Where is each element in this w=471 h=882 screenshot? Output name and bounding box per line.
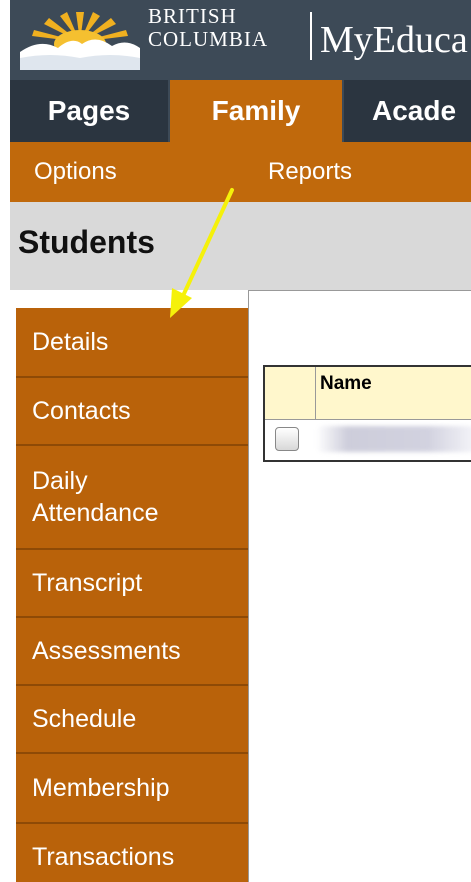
name-column-header[interactable]: Name	[316, 367, 471, 419]
app-window: BRITISH COLUMBIA MyEduca Pages Family Ac…	[10, 0, 471, 882]
app-name: MyEduca	[320, 19, 468, 61]
wordmark-line-2: COLUMBIA	[148, 27, 269, 51]
redacted-student-name[interactable]	[316, 426, 471, 452]
students-table: Name	[263, 365, 471, 462]
top-tab-bar: Pages Family Acade	[10, 80, 471, 142]
tab-pages[interactable]: Pages	[10, 80, 168, 142]
side-item-label: Daily Attendance	[32, 467, 159, 527]
side-item-transcript[interactable]: Transcript	[16, 550, 248, 618]
app-header: BRITISH COLUMBIA MyEduca	[10, 0, 471, 80]
side-item-membership[interactable]: Membership	[16, 754, 248, 824]
reports-menu[interactable]: Reports	[268, 142, 352, 202]
tab-family[interactable]: Family	[170, 80, 342, 142]
side-item-transactions[interactable]: Transactions	[16, 824, 248, 882]
row-checkbox[interactable]	[275, 427, 299, 451]
header-divider	[310, 12, 312, 60]
table-header-row: Name	[265, 367, 471, 419]
side-item-daily-attendance[interactable]: Daily Attendance	[16, 446, 248, 550]
bc-sun-mountain-logo-icon	[20, 8, 140, 70]
province-wordmark: BRITISH COLUMBIA	[148, 6, 268, 50]
side-menu: Details Contacts Daily Attendance Transc…	[16, 308, 248, 882]
side-item-label: Membership	[32, 774, 170, 802]
side-item-label: Transcript	[32, 569, 143, 597]
side-item-label: Assessments	[32, 637, 181, 665]
side-item-assessments[interactable]: Assessments	[16, 618, 248, 686]
side-item-label: Schedule	[32, 705, 137, 733]
table-row[interactable]	[265, 419, 471, 460]
side-item-label: Contacts	[32, 397, 131, 425]
main-content: Name	[248, 290, 471, 882]
wordmark-line-1: BRITISH	[148, 4, 237, 28]
page-title-bar: Students	[10, 202, 471, 290]
tab-academics[interactable]: Acade	[344, 80, 471, 142]
side-item-contacts[interactable]: Contacts	[16, 378, 248, 446]
sub-navigation: Options Reports	[10, 142, 471, 202]
side-item-label: Details	[32, 328, 109, 356]
options-menu[interactable]: Options	[34, 142, 117, 202]
side-item-details[interactable]: Details	[16, 308, 248, 378]
page-title: Students	[18, 224, 155, 260]
side-item-label: Transactions	[32, 843, 175, 871]
side-item-schedule[interactable]: Schedule	[16, 686, 248, 754]
select-column-header	[265, 367, 316, 419]
